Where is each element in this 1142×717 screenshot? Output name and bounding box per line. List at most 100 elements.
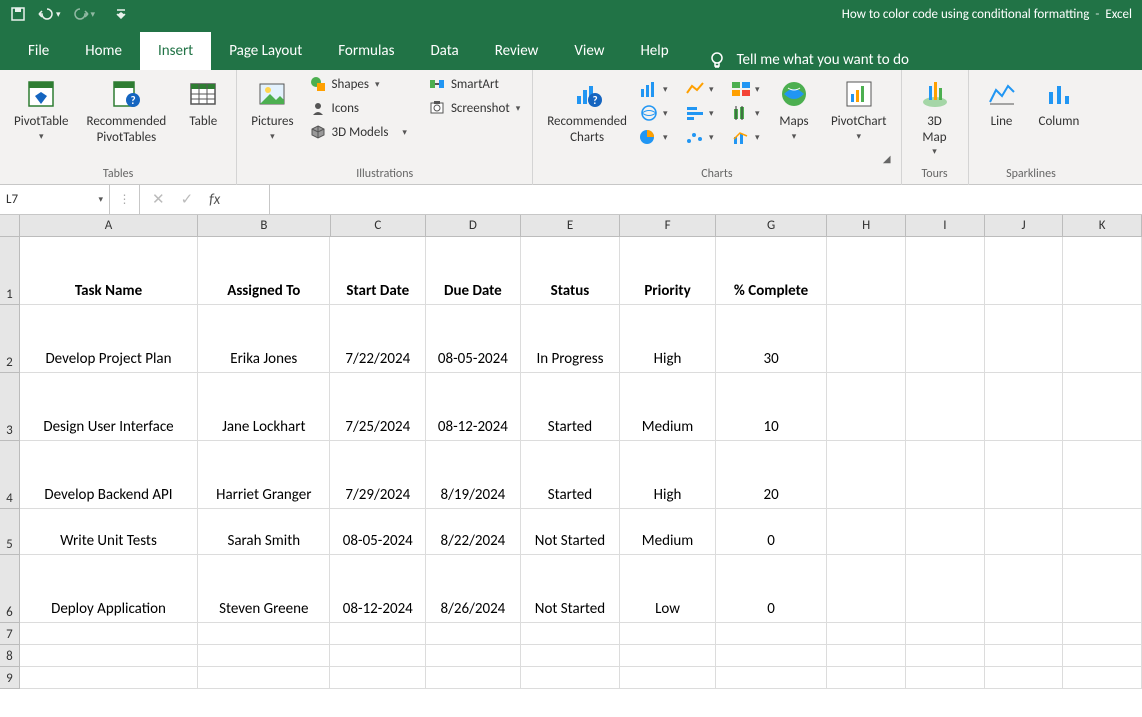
cell-G3[interactable]: 10 — [716, 373, 828, 441]
cell-J2[interactable] — [985, 305, 1064, 373]
cell-C7[interactable] — [330, 623, 426, 645]
cell-K4[interactable] — [1063, 441, 1142, 509]
cell-D6[interactable]: 8/26/2024 — [426, 555, 521, 623]
cell-D2[interactable]: 08-05-2024 — [426, 305, 521, 373]
cell-C2[interactable]: 7/22/2024 — [330, 305, 426, 373]
scatter-chart-button[interactable]: ▾ — [685, 128, 717, 146]
cell-D4[interactable]: 8/19/2024 — [426, 441, 521, 509]
cell-J7[interactable] — [985, 623, 1064, 645]
cell-I8[interactable] — [906, 645, 985, 667]
customize-qat-icon[interactable] — [113, 6, 129, 22]
cell-I3[interactable] — [906, 373, 985, 441]
row-header-4[interactable]: 4 — [0, 441, 20, 509]
row-header-5[interactable]: 5 — [0, 509, 20, 555]
cell-I4[interactable] — [906, 441, 985, 509]
row-header-6[interactable]: 6 — [0, 555, 20, 623]
col-header-I[interactable]: I — [906, 215, 985, 236]
cell-E3[interactable]: Started — [521, 373, 621, 441]
cell-C3[interactable]: 7/25/2024 — [330, 373, 426, 441]
cell-C1[interactable]: Start Date — [330, 237, 426, 305]
cell-E1[interactable]: Status — [521, 237, 621, 305]
cell-D1[interactable]: Due Date — [426, 237, 521, 305]
col-header-B[interactable]: B — [198, 215, 330, 236]
col-header-E[interactable]: E — [521, 215, 621, 236]
tab-view[interactable]: View — [556, 32, 622, 70]
redo-icon[interactable]: ▾ — [73, 6, 96, 22]
cell-E8[interactable] — [521, 645, 621, 667]
cell-K6[interactable] — [1063, 555, 1142, 623]
row-header-9[interactable]: 9 — [0, 667, 20, 689]
cell-I7[interactable] — [906, 623, 985, 645]
col-header-H[interactable]: H — [827, 215, 906, 236]
bar-chart-button[interactable]: ▾ — [685, 104, 717, 122]
undo-icon[interactable]: ▾ — [38, 6, 61, 22]
cell-B7[interactable] — [198, 623, 330, 645]
cell-E4[interactable]: Started — [521, 441, 621, 509]
cell-A5[interactable]: Write Unit Tests — [20, 509, 198, 555]
tab-help[interactable]: Help — [622, 32, 686, 70]
tab-file[interactable]: File — [10, 32, 67, 70]
col-header-C[interactable]: C — [331, 215, 427, 236]
maps-button[interactable]: Maps ▾ — [769, 74, 819, 146]
cell-H8[interactable] — [827, 645, 906, 667]
cell-J9[interactable] — [985, 667, 1064, 689]
cell-I1[interactable] — [906, 237, 985, 305]
cell-B3[interactable]: Jane Lockhart — [198, 373, 330, 441]
cell-K2[interactable] — [1063, 305, 1142, 373]
3d-map-button[interactable]: 3D Map ▾ — [910, 74, 960, 162]
cell-G5[interactable]: 0 — [716, 509, 828, 555]
cell-B2[interactable]: Erika Jones — [198, 305, 330, 373]
tab-page-layout[interactable]: Page Layout — [211, 32, 320, 70]
cell-B8[interactable] — [198, 645, 330, 667]
cell-K7[interactable] — [1063, 623, 1142, 645]
pivotchart-button[interactable]: PivotChart ▾ — [825, 74, 893, 146]
cell-J4[interactable] — [985, 441, 1064, 509]
cell-F1[interactable]: Priority — [620, 237, 716, 305]
cell-C4[interactable]: 7/29/2024 — [330, 441, 426, 509]
recommended-charts-button[interactable]: ? Recommended Charts — [541, 74, 633, 149]
col-header-F[interactable]: F — [620, 215, 716, 236]
cell-J1[interactable] — [985, 237, 1064, 305]
cell-F7[interactable] — [620, 623, 716, 645]
tab-data[interactable]: Data — [412, 32, 476, 70]
screenshot-button[interactable]: Screenshot ▾ — [425, 98, 524, 118]
cell-I2[interactable] — [906, 305, 985, 373]
cell-H2[interactable] — [827, 305, 906, 373]
cell-H4[interactable] — [827, 441, 906, 509]
charts-dialog-launcher[interactable]: ◢ — [883, 152, 891, 165]
icons-button[interactable]: Icons — [306, 98, 411, 118]
sparkline-line-button[interactable]: Line — [977, 74, 1027, 134]
cell-I9[interactable] — [906, 667, 985, 689]
cell-E2[interactable]: In Progress — [521, 305, 621, 373]
smartart-button[interactable]: SmartArt — [425, 74, 524, 94]
row-header-2[interactable]: 2 — [0, 305, 20, 373]
cell-K5[interactable] — [1063, 509, 1142, 555]
cell-C6[interactable]: 08-12-2024 — [330, 555, 426, 623]
column-chart-button[interactable]: ▾ — [639, 80, 671, 98]
cell-J3[interactable] — [985, 373, 1064, 441]
cell-H3[interactable] — [827, 373, 906, 441]
tab-home[interactable]: Home — [67, 32, 140, 70]
cell-D7[interactable] — [426, 623, 521, 645]
cell-D3[interactable]: 08-12-2024 — [426, 373, 521, 441]
cell-J6[interactable] — [985, 555, 1064, 623]
cell-G1[interactable]: % Complete — [716, 237, 828, 305]
cell-B1[interactable]: Assigned To — [198, 237, 330, 305]
cell-F5[interactable]: Medium — [620, 509, 716, 555]
cell-B5[interactable]: Sarah Smith — [198, 509, 330, 555]
cell-F8[interactable] — [620, 645, 716, 667]
col-header-A[interactable]: A — [20, 215, 198, 236]
cell-F4[interactable]: High — [620, 441, 716, 509]
cell-K9[interactable] — [1063, 667, 1142, 689]
tab-review[interactable]: Review — [477, 32, 557, 70]
fx-icon[interactable]: fx — [209, 191, 220, 209]
cell-G6[interactable]: 0 — [716, 555, 828, 623]
cell-B9[interactable] — [198, 667, 330, 689]
cell-A7[interactable] — [20, 623, 198, 645]
cell-F6[interactable]: Low — [620, 555, 716, 623]
cell-D9[interactable] — [426, 667, 521, 689]
hierarchy-chart-button[interactable]: ▾ — [731, 80, 763, 98]
statistic-chart-button[interactable]: ▾ — [731, 104, 763, 122]
pictures-button[interactable]: Pictures ▾ — [245, 74, 299, 146]
select-all-corner[interactable] — [0, 215, 20, 236]
